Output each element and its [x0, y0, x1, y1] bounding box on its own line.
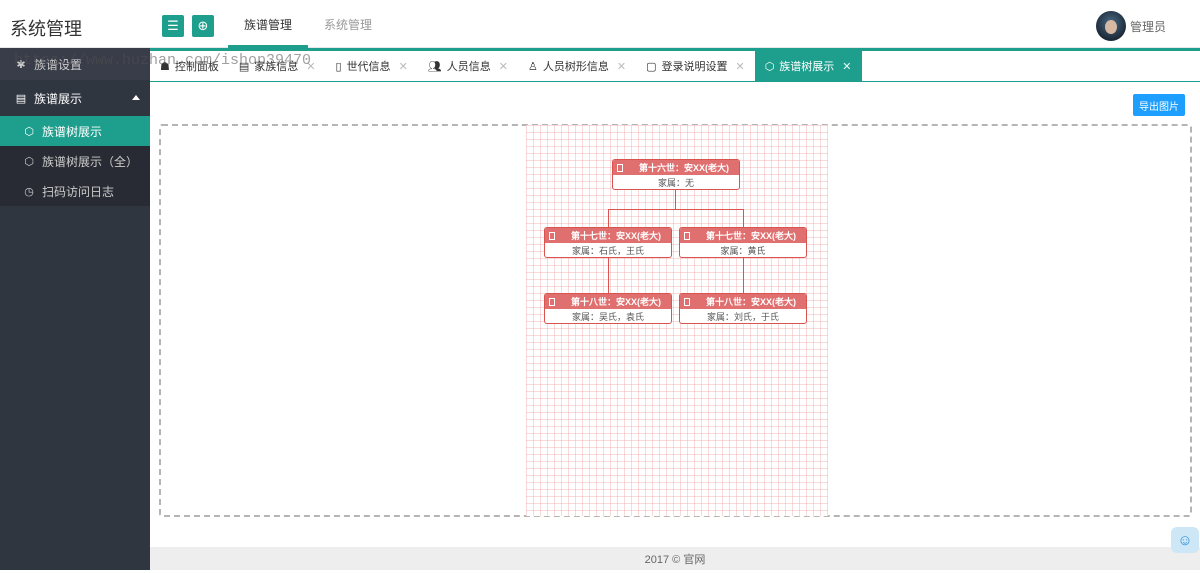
tab-generation-info[interactable]: ▯ 世代信息 ✕ [326, 51, 418, 81]
cube-icon: ⬡ [24, 125, 34, 138]
expand-icon[interactable] [549, 231, 555, 240]
export-image-button[interactable]: 导出图片 [1133, 94, 1185, 116]
user-menu[interactable]: 管理员 [1095, 11, 1166, 41]
node-spouse: 家属：黄氏 [720, 246, 766, 256]
connector-line [608, 209, 743, 210]
top-nav: 族谱管理 系统管理 [228, 0, 388, 48]
close-icon[interactable]: ✕ [735, 60, 744, 73]
tab-member-tree-info[interactable]: ♙ 人员树形信息 ✕ [518, 51, 636, 81]
connector-line [743, 258, 744, 293]
connector-line [608, 258, 609, 293]
tab-tree-display[interactable]: ⬡ 族谱树展示 ✕ [754, 51, 862, 81]
cube-icon: ⬡ [764, 60, 775, 73]
node-spouse: 家属：石氏，王氏 [571, 246, 644, 256]
node-spouse: 家属：刘氏，于氏 [706, 312, 779, 322]
top-nav-system[interactable]: 系统管理 [308, 0, 388, 48]
user-name[interactable]: 管理员 [1130, 18, 1166, 35]
tree-node[interactable]: 第十七世：安XX(老大) 家属：石氏，王氏 [544, 227, 672, 258]
file-icon: ▯ [335, 60, 342, 73]
expand-icon[interactable] [684, 297, 690, 306]
dashboard-icon: ☗ [160, 60, 170, 73]
avatar[interactable] [1095, 11, 1126, 41]
user-icon: ♙ [527, 60, 538, 73]
tab-label: 控制面板 [174, 61, 219, 73]
close-icon[interactable]: ✕ [617, 60, 626, 73]
sidebar-item-label: 族谱树展示（全） [42, 154, 139, 169]
users-icon: 👥︎ [427, 60, 442, 73]
tree-node[interactable]: 第十六世：安XX(老大) 家属：无 [612, 159, 740, 190]
node-title: 第十八世：安XX(老大) [571, 297, 662, 307]
chat-icon[interactable]: ☺ [1171, 527, 1199, 553]
connector-line [743, 209, 744, 227]
sidebar-item-label: 扫码访问日志 [42, 184, 115, 199]
tab-label: 族谱树展示 [779, 61, 835, 73]
tab-label: 世代信息 [346, 61, 391, 73]
close-icon[interactable]: ✕ [499, 60, 508, 73]
top-header: 系统管理 ☰ ⊕ 族谱管理 系统管理 管理员 [0, 0, 1200, 48]
connector-line [608, 209, 609, 227]
node-title: 第十七世：安XX(老大) [706, 231, 797, 241]
sidebar: ✱ 族谱设置 ▤ 族谱展示 ⬡ 族谱树展示 ⬡ 族谱树展示（全） ◷ 扫码访问日… [0, 48, 150, 570]
expand-icon[interactable] [617, 163, 623, 172]
node-spouse: 家属：吴氏，袁氏 [571, 312, 644, 322]
book-icon: ▤ [15, 92, 27, 105]
tab-bar: ☗ 控制面板 ▤ 家族信息 ✕ ▯ 世代信息 ✕ 👥︎ 人员信息 ✕ ♙ 人员树… [150, 51, 1200, 82]
sidebar-item-scan-log[interactable]: ◷ 扫码访问日志 [0, 176, 150, 206]
sidebar-item-settings[interactable]: ✱ 族谱设置 [0, 48, 150, 80]
app-title: 系统管理 [10, 19, 82, 39]
node-title: 第十八世：安XX(老大) [706, 297, 797, 307]
node-spouse: 家属：无 [657, 178, 694, 188]
tree-node[interactable]: 第十八世：安XX(老大) 家属：吴氏，袁氏 [544, 293, 672, 324]
sidebar-group-label: 族谱展示 [34, 91, 83, 106]
node-title: 第十七世：安XX(老大) [571, 231, 662, 241]
tab-login-settings[interactable]: ▢ 登录说明设置 ✕ [636, 51, 755, 81]
connector-line [675, 190, 676, 209]
tab-label: 家族信息 [254, 61, 299, 73]
tree-node[interactable]: 第十八世：安XX(老大) 家属：刘氏，于氏 [679, 293, 807, 324]
tab-label: 登录说明设置 [661, 61, 728, 73]
gear-icon: ✱ [16, 58, 26, 71]
caret-up-icon [132, 95, 140, 100]
menu-icon[interactable]: ☰ [162, 15, 184, 37]
sidebar-group-display[interactable]: ▤ 族谱展示 [0, 80, 150, 116]
node-title: 第十六世：安XX(老大) [639, 163, 730, 173]
sidebar-item-label: 族谱树展示 [42, 124, 103, 139]
globe-icon[interactable]: ⊕ [192, 15, 214, 37]
sidebar-item-tree-all[interactable]: ⬡ 族谱树展示（全） [0, 146, 150, 176]
clock-icon: ◷ [24, 185, 34, 198]
footer: 2017 © 官网 [150, 547, 1200, 570]
cube-icon: ⬡ [24, 155, 34, 168]
tab-label: 人员树形信息 [542, 61, 609, 73]
sidebar-item-label: 族谱设置 [34, 57, 83, 72]
tab-member-info[interactable]: 👥︎ 人员信息 ✕ [418, 51, 518, 81]
expand-icon[interactable] [684, 231, 690, 240]
top-nav-genealogy[interactable]: 族谱管理 [228, 0, 309, 48]
tab-dashboard[interactable]: ☗ 控制面板 [150, 51, 229, 81]
sidebar-item-tree[interactable]: ⬡ 族谱树展示 [0, 116, 150, 146]
close-icon[interactable]: ✕ [842, 60, 851, 73]
list-icon: ▤ [238, 60, 250, 73]
tab-family-info[interactable]: ▤ 家族信息 ✕ [229, 51, 326, 81]
tree-node[interactable]: 第十七世：安XX(老大) 家属：黄氏 [679, 227, 807, 258]
expand-icon[interactable] [549, 297, 555, 306]
doc-icon: ▢ [646, 60, 657, 73]
tab-label: 人员信息 [446, 61, 491, 73]
close-icon[interactable]: ✕ [399, 60, 408, 73]
close-icon[interactable]: ✕ [306, 60, 315, 73]
